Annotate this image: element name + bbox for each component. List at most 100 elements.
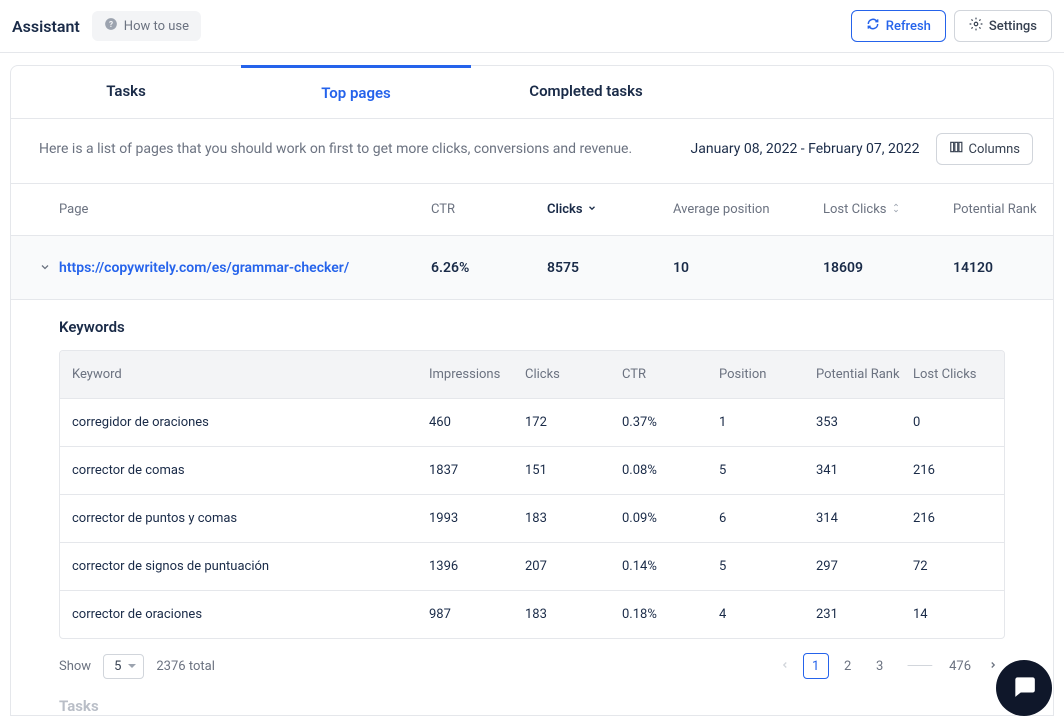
page-row: https://copywritely.com/es/grammar-check… — [11, 235, 1053, 300]
prev-page-button[interactable] — [773, 654, 797, 678]
sort-icon — [891, 202, 901, 217]
chevron-left-icon — [780, 659, 790, 674]
kw-lost-clicks-cell: 0 — [913, 415, 992, 430]
keyword-row: corrector de comas 1837 151 0.08% 5 341 … — [60, 446, 1004, 494]
app-title: Assistant — [12, 17, 80, 36]
kw-ctr-cell: 0.14% — [622, 559, 719, 574]
settings-button[interactable]: Settings — [954, 10, 1052, 42]
kw-impressions-cell: 1396 — [429, 559, 525, 574]
kw-lost-clicks-header[interactable]: Lost Clicks — [913, 367, 992, 382]
col-lost-clicks-label: Lost Clicks — [823, 202, 887, 217]
kw-keyword-cell: corrector de oraciones — [72, 607, 429, 622]
columns-button[interactable]: Columns — [936, 133, 1034, 165]
keywords-table-header: Keyword Impressions Clicks CTR Position … — [60, 351, 1004, 398]
columns-label: Columns — [969, 142, 1021, 157]
chevron-right-icon — [988, 659, 998, 674]
kw-impressions-cell: 1837 — [429, 463, 525, 478]
keyword-row: corrector de oraciones 987 183 0.18% 4 2… — [60, 590, 1004, 638]
page-url-link[interactable]: https://copywritely.com/es/grammar-check… — [59, 260, 431, 276]
columns-icon — [949, 140, 963, 158]
topbar-left: Assistant ? How to use — [12, 11, 201, 41]
page-1[interactable]: 1 — [803, 653, 829, 679]
kw-potential-rank-cell: 297 — [816, 559, 913, 574]
page-potential-rank-value: 14120 — [953, 260, 1053, 276]
kw-position-cell: 5 — [719, 463, 816, 478]
expand-toggle[interactable] — [31, 258, 59, 277]
page-ctr-value: 6.26% — [431, 260, 547, 276]
page-lost-clicks-value: 18609 — [823, 260, 953, 276]
pagination: 1 2 3 ——— 476 — [773, 653, 1005, 679]
how-to-use-button[interactable]: ? How to use — [92, 11, 201, 41]
col-avg-position-header[interactable]: Average position — [673, 202, 823, 217]
how-to-use-label: How to use — [124, 19, 189, 34]
kw-impressions-cell: 1993 — [429, 511, 525, 526]
gear-icon — [969, 17, 983, 35]
col-clicks-label: Clicks — [547, 202, 583, 217]
keyword-row: corrector de signos de puntuación 1396 2… — [60, 542, 1004, 590]
footer-left: Show 5 2376 total — [59, 654, 215, 679]
main-panel: Tasks Top pages Completed tasks Here is … — [10, 65, 1054, 716]
kw-keyword-cell: corrector de comas — [72, 463, 429, 478]
chevron-down-icon — [587, 202, 597, 217]
kw-position-cell: 4 — [719, 607, 816, 622]
chat-icon — [1011, 673, 1037, 703]
kw-ctr-cell: 0.09% — [622, 511, 719, 526]
kw-clicks-cell: 183 — [525, 511, 622, 526]
tabs: Tasks Top pages Completed tasks — [11, 66, 1053, 119]
svg-text:?: ? — [109, 19, 113, 29]
page-3[interactable]: 3 — [867, 653, 893, 679]
refresh-button[interactable]: Refresh — [851, 10, 946, 42]
topbar: Assistant ? How to use Refresh Settings — [0, 0, 1064, 53]
page-last[interactable]: 476 — [945, 653, 975, 679]
kw-potential-rank-header[interactable]: Potential Rank — [816, 367, 913, 382]
kw-lost-clicks-cell: 14 — [913, 607, 992, 622]
col-potential-rank-header[interactable]: Potential Rank — [953, 202, 1053, 217]
page-size-select[interactable]: 5 — [103, 654, 144, 679]
table-footer: Show 5 2376 total 1 2 3 ——— 476 — [59, 639, 1005, 679]
kw-ctr-cell: 0.08% — [622, 463, 719, 478]
kw-clicks-cell: 207 — [525, 559, 622, 574]
kw-keyword-cell: corregidor de oraciones — [72, 415, 429, 430]
kw-ctr-cell: 0.18% — [622, 607, 719, 622]
kw-potential-rank-cell: 231 — [816, 607, 913, 622]
col-ctr-header[interactable]: CTR — [431, 202, 547, 217]
tab-top-pages[interactable]: Top pages — [241, 65, 471, 118]
page-2[interactable]: 2 — [835, 653, 861, 679]
table-header: Page CTR Clicks Average position Lost Cl… — [11, 183, 1053, 235]
kw-position-cell: 6 — [719, 511, 816, 526]
kw-lost-clicks-cell: 216 — [913, 463, 992, 478]
kw-impressions-header[interactable]: Impressions — [429, 367, 525, 382]
col-page-header[interactable]: Page — [59, 202, 431, 217]
col-clicks-header[interactable]: Clicks — [547, 202, 673, 217]
keywords-title: Keywords — [59, 318, 1005, 336]
kw-clicks-cell: 183 — [525, 607, 622, 622]
kw-position-cell: 5 — [719, 559, 816, 574]
tab-completed-tasks[interactable]: Completed tasks — [471, 66, 701, 118]
show-label: Show — [59, 659, 91, 674]
kw-clicks-header[interactable]: Clicks — [525, 367, 622, 382]
refresh-label: Refresh — [886, 19, 931, 34]
kw-ctr-header[interactable]: CTR — [622, 367, 719, 382]
description-text: Here is a list of pages that you should … — [39, 141, 632, 157]
kw-keyword-cell: corrector de signos de puntuación — [72, 559, 429, 574]
kw-potential-rank-cell: 341 — [816, 463, 913, 478]
settings-label: Settings — [989, 19, 1037, 34]
kw-potential-rank-cell: 314 — [816, 511, 913, 526]
subheader: Here is a list of pages that you should … — [11, 119, 1053, 183]
col-lost-clicks-header[interactable]: Lost Clicks — [823, 202, 953, 217]
kw-keyword-header[interactable]: Keyword — [72, 367, 429, 382]
topbar-right: Refresh Settings — [851, 10, 1052, 42]
chat-widget-button[interactable] — [996, 660, 1052, 716]
kw-lost-clicks-cell: 216 — [913, 511, 992, 526]
tab-tasks[interactable]: Tasks — [11, 66, 241, 118]
kw-ctr-cell: 0.37% — [622, 415, 719, 430]
kw-clicks-cell: 172 — [525, 415, 622, 430]
keyword-row: corrector de puntos y comas 1993 183 0.0… — [60, 494, 1004, 542]
keywords-table: Keyword Impressions Clicks CTR Position … — [59, 350, 1005, 639]
kw-clicks-cell: 151 — [525, 463, 622, 478]
total-count: 2376 total — [156, 659, 214, 674]
kw-potential-rank-cell: 353 — [816, 415, 913, 430]
page-clicks-value: 8575 — [547, 260, 673, 276]
kw-position-header[interactable]: Position — [719, 367, 816, 382]
kw-lost-clicks-cell: 72 — [913, 559, 992, 574]
